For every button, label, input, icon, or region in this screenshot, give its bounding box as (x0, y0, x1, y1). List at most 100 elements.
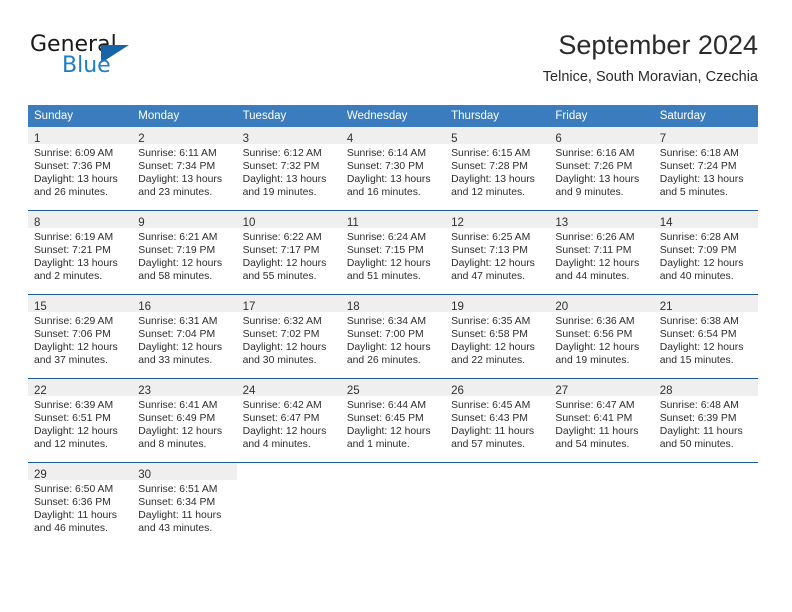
sunrise-text: Sunrise: 6:16 AM (555, 148, 635, 159)
day-cell-inner: 4 Sunrise: 6:14 AM Sunset: 7:30 PM Daylight… (340, 127, 446, 210)
day-details: Sunrise: 6:21 AM Sunset: 7:19 PM Daylight:… (132, 228, 236, 283)
weekday-header-wednesday: Wednesday (340, 105, 446, 127)
calendar-day-cell[interactable]: 4 Sunrise: 6:14 AM Sunset: 7:30 PM Daylight… (340, 127, 446, 210)
day-details: Sunrise: 6:39 AM Sunset: 6:51 PM Daylight:… (28, 396, 132, 451)
sunrise-text: Sunrise: 6:51 AM (138, 484, 218, 495)
calendar-day-cell[interactable]: 20 Sunrise: 6:36 AM Sunset: 6:56 PM Dayligh… (549, 294, 654, 378)
brand-logo[interactable]: General Blue (28, 32, 228, 88)
day-cell-inner: 13 Sunrise: 6:26 AM Sunset: 7:11 PM Dayligh… (549, 210, 654, 294)
daylight-text-line1: Daylight: 11 hours (34, 510, 117, 522)
sunset-text: Sunset: 7:24 PM (659, 161, 737, 173)
calendar-day-cell[interactable]: 29 Sunrise: 6:50 AM Sunset: 6:36 PM Dayligh… (28, 462, 133, 546)
day-number: 6 (555, 133, 562, 145)
calendar-day-cell[interactable]: 6 Sunrise: 6:16 AM Sunset: 7:26 PM Daylight… (549, 127, 654, 210)
day-number-band: 10 (236, 211, 341, 229)
day-number: 23 (138, 385, 152, 397)
calendar-day-cell-empty (445, 462, 550, 546)
day-cell-inner: 16 Sunrise: 6:31 AM Sunset: 7:04 PM Dayligh… (132, 294, 237, 378)
day-number-band: 13 (549, 211, 654, 229)
calendar-day-cell[interactable]: 19 Sunrise: 6:35 AM Sunset: 6:58 PM Dayligh… (445, 294, 550, 378)
calendar-day-cell[interactable]: 10 Sunrise: 6:22 AM Sunset: 7:17 PM Dayligh… (236, 210, 341, 294)
day-number: 13 (555, 217, 569, 229)
calendar-day-cell[interactable]: 13 Sunrise: 6:26 AM Sunset: 7:11 PM Dayligh… (549, 210, 654, 294)
day-cell-inner: 17 Sunrise: 6:32 AM Sunset: 7:02 PM Dayligh… (236, 294, 341, 378)
sunset-text: Sunset: 6:54 PM (659, 329, 737, 341)
day-cell-inner: 3 Sunrise: 6:12 AM Sunset: 7:32 PM Daylight… (236, 127, 341, 210)
day-number: 26 (451, 385, 464, 397)
daylight-text-line2: and 2 minutes. (34, 271, 103, 283)
daylight-text-line2: and 26 minutes. (346, 355, 421, 367)
calendar-day-cell[interactable]: 23 Sunrise: 6:41 AM Sunset: 6:49 PM Dayligh… (132, 378, 237, 462)
daylight-text-line1: Daylight: 12 hours (346, 342, 431, 354)
calendar-day-cell[interactable]: 21 Sunrise: 6:38 AM Sunset: 6:54 PM Dayligh… (653, 294, 758, 378)
calendar-day-cell[interactable]: 25 Sunrise: 6:44 AM Sunset: 6:45 PM Dayligh… (340, 378, 446, 462)
day-number-band: 19 (445, 295, 550, 313)
day-number: 19 (451, 301, 464, 313)
day-details: Sunrise: 6:34 AM Sunset: 7:00 PM Daylight:… (341, 312, 445, 367)
daylight-text-line2: and 40 minutes. (659, 271, 734, 283)
daylight-text-line1: Daylight: 13 hours (346, 174, 431, 186)
daylight-text-line2: and 9 minutes. (555, 187, 624, 199)
day-number: 17 (242, 301, 256, 313)
day-number-band: 29 (28, 463, 133, 481)
sunset-text: Sunset: 6:49 PM (138, 413, 216, 425)
sunset-text: Sunset: 7:09 PM (659, 245, 737, 257)
day-number: 10 (242, 217, 256, 229)
sunrise-text: Sunrise: 6:26 AM (555, 232, 635, 243)
day-number: 24 (242, 385, 256, 397)
sunrise-text: Sunrise: 6:34 AM (346, 316, 426, 327)
calendar-day-cell[interactable]: 2 Sunrise: 6:11 AM Sunset: 7:34 PM Daylight… (132, 127, 237, 210)
calendar-day-cell[interactable]: 26 Sunrise: 6:45 AM Sunset: 6:43 PM Dayligh… (445, 378, 550, 462)
day-cell-inner: 15 Sunrise: 6:29 AM Sunset: 7:06 PM Dayligh… (28, 294, 133, 378)
daylight-text-line1: Daylight: 12 hours (346, 258, 431, 270)
calendar-day-cell[interactable]: 28 Sunrise: 6:48 AM Sunset: 6:39 PM Dayligh… (653, 378, 758, 462)
day-cell-inner: 29 Sunrise: 6:50 AM Sunset: 6:36 PM Dayligh… (28, 462, 133, 546)
day-details: Sunrise: 6:51 AM Sunset: 6:34 PM Daylight:… (132, 480, 236, 535)
daylight-text-line1: Daylight: 11 hours (451, 426, 535, 438)
location-subtitle: Telnice, South Moravian, Czechia (542, 69, 758, 85)
calendar-day-cell[interactable]: 1 Sunrise: 6:09 AM Sunset: 7:36 PM Daylight… (28, 127, 133, 210)
daylight-text-line1: Daylight: 13 hours (242, 174, 327, 186)
calendar-day-cell-empty (236, 462, 341, 546)
sunset-text: Sunset: 7:28 PM (451, 161, 528, 173)
day-cell-inner (445, 462, 550, 546)
day-details: Sunrise: 6:48 AM Sunset: 6:39 PM Daylight:… (654, 396, 758, 451)
day-cell-inner: 22 Sunrise: 6:39 AM Sunset: 6:51 PM Dayligh… (28, 378, 133, 462)
sunset-text: Sunset: 7:34 PM (138, 161, 216, 173)
calendar-day-cell[interactable]: 9 Sunrise: 6:21 AM Sunset: 7:19 PM Daylight… (132, 210, 237, 294)
calendar-day-cell[interactable]: 27 Sunrise: 6:47 AM Sunset: 6:41 PM Dayligh… (549, 378, 654, 462)
calendar-week-row: 1 Sunrise: 6:09 AM Sunset: 7:36 PM Daylight… (28, 127, 758, 210)
calendar-day-cell[interactable]: 3 Sunrise: 6:12 AM Sunset: 7:32 PM Daylight… (236, 127, 341, 210)
day-number-band: 12 (445, 211, 550, 229)
calendar-day-cell[interactable]: 30 Sunrise: 6:51 AM Sunset: 6:34 PM Dayligh… (132, 462, 237, 546)
calendar-day-cell[interactable]: 22 Sunrise: 6:39 AM Sunset: 6:51 PM Dayligh… (28, 378, 133, 462)
calendar-day-cell[interactable]: 18 Sunrise: 6:34 AM Sunset: 7:00 PM Dayligh… (340, 294, 446, 378)
sunrise-text: Sunrise: 6:35 AM (451, 316, 531, 327)
calendar-day-cell[interactable]: 17 Sunrise: 6:32 AM Sunset: 7:02 PM Dayligh… (236, 294, 341, 378)
calendar-day-cell[interactable]: 15 Sunrise: 6:29 AM Sunset: 7:06 PM Dayligh… (28, 294, 133, 378)
daylight-text-line1: Daylight: 12 hours (138, 342, 223, 354)
page-title: September 2024 (558, 30, 758, 60)
sunrise-text: Sunrise: 6:22 AM (242, 232, 322, 243)
day-number-band: 14 (653, 211, 758, 229)
day-details: Sunrise: 6:22 AM Sunset: 7:17 PM Daylight:… (237, 228, 341, 283)
daylight-text-line2: and 37 minutes. (34, 355, 108, 367)
sunrise-text: Sunrise: 6:11 AM (138, 148, 217, 159)
calendar-day-cell[interactable]: 12 Sunrise: 6:25 AM Sunset: 7:13 PM Dayligh… (445, 210, 550, 294)
daylight-text-line1: Daylight: 12 hours (659, 258, 744, 270)
calendar-day-cell[interactable]: 8 Sunrise: 6:19 AM Sunset: 7:21 PM Daylight… (28, 210, 133, 294)
day-cell-inner: 20 Sunrise: 6:36 AM Sunset: 6:56 PM Dayligh… (549, 294, 654, 378)
calendar-day-cell[interactable]: 7 Sunrise: 6:18 AM Sunset: 7:24 PM Daylight… (653, 127, 758, 210)
sunrise-text: Sunrise: 6:09 AM (34, 148, 114, 159)
day-details (237, 480, 341, 483)
day-details: Sunrise: 6:15 AM Sunset: 7:28 PM Daylight:… (445, 144, 549, 199)
calendar-day-cell[interactable]: 14 Sunrise: 6:28 AM Sunset: 7:09 PM Dayligh… (653, 210, 758, 294)
sunset-text: Sunset: 7:30 PM (346, 161, 424, 173)
calendar-day-cell[interactable]: 11 Sunrise: 6:24 AM Sunset: 7:15 PM Dayligh… (340, 210, 446, 294)
calendar-day-cell[interactable]: 16 Sunrise: 6:31 AM Sunset: 7:04 PM Dayligh… (132, 294, 237, 378)
day-details: Sunrise: 6:26 AM Sunset: 7:11 PM Daylight:… (549, 228, 653, 283)
sunrise-text: Sunrise: 6:47 AM (555, 400, 635, 411)
calendar-day-cell[interactable]: 24 Sunrise: 6:42 AM Sunset: 6:47 PM Dayligh… (236, 378, 341, 462)
calendar-day-cell[interactable]: 5 Sunrise: 6:15 AM Sunset: 7:28 PM Daylight… (445, 127, 550, 210)
day-number-band: 15 (28, 295, 133, 313)
